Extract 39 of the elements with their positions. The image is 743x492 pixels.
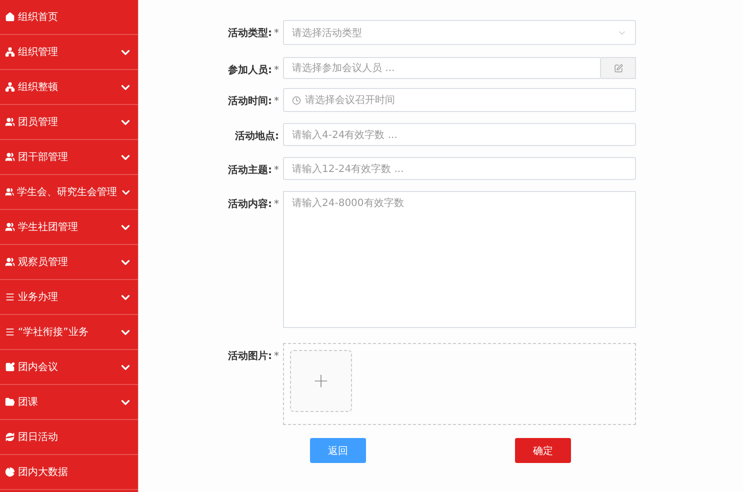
field-label: 活动内容: * [227,197,280,212]
placeholder-text: 请选择会议召开时间 [305,94,396,107]
time-field[interactable]: 请选择会议召开时间 [283,88,636,112]
text-area[interactable]: 请输入24-8000有效字数 [283,191,636,328]
users-icon [5,257,15,267]
sitemap-icon [5,82,15,92]
users-icon [5,187,14,197]
field-label: 活动时间: * [227,94,280,109]
placeholder-text: 请输入12-24有效字数 ... [292,162,405,176]
edit-icon [614,64,622,72]
home-icon [5,12,15,22]
edit-icon [5,362,15,372]
select-field[interactable]: 请选择活动类型 [283,20,636,45]
input-field[interactable]: 请输入4-24有效字数 ... [283,123,636,146]
sitemap-icon [5,47,15,57]
pie-chart-icon [5,467,15,477]
confirm-button[interactable]: 确定 [515,438,571,463]
upload-button[interactable] [290,350,352,412]
field-label: 活动地点: [234,130,280,144]
placeholder-text: 请输入4-24有效字数 ... [292,128,398,142]
field-label: 活动类型: * [227,26,280,41]
placeholder-text: 请输入24-8000有效字数 [292,198,404,209]
menu-icon [5,292,15,302]
placeholder-text: 请选择参加会议人员 ... [292,62,396,75]
edit-button[interactable] [601,57,636,79]
back-button[interactable]: 返回 [310,438,366,463]
input-field[interactable]: 请输入12-24有效字数 ... [283,157,636,180]
refresh-icon [5,432,15,442]
users-icon [5,152,15,162]
placeholder-text: 请选择活动类型 [292,26,363,40]
input-field[interactable]: 请选择参加会议人员 ... [283,57,601,79]
users-icon [5,117,15,127]
users-icon [5,222,15,232]
menu-icon [5,327,15,337]
field-label: 活动图片: * [227,350,280,364]
field-label: 参加人员: * [227,64,280,78]
clock-icon [292,96,301,104]
folder-icon [5,397,15,407]
field-label: 活动主题: * [227,163,280,178]
